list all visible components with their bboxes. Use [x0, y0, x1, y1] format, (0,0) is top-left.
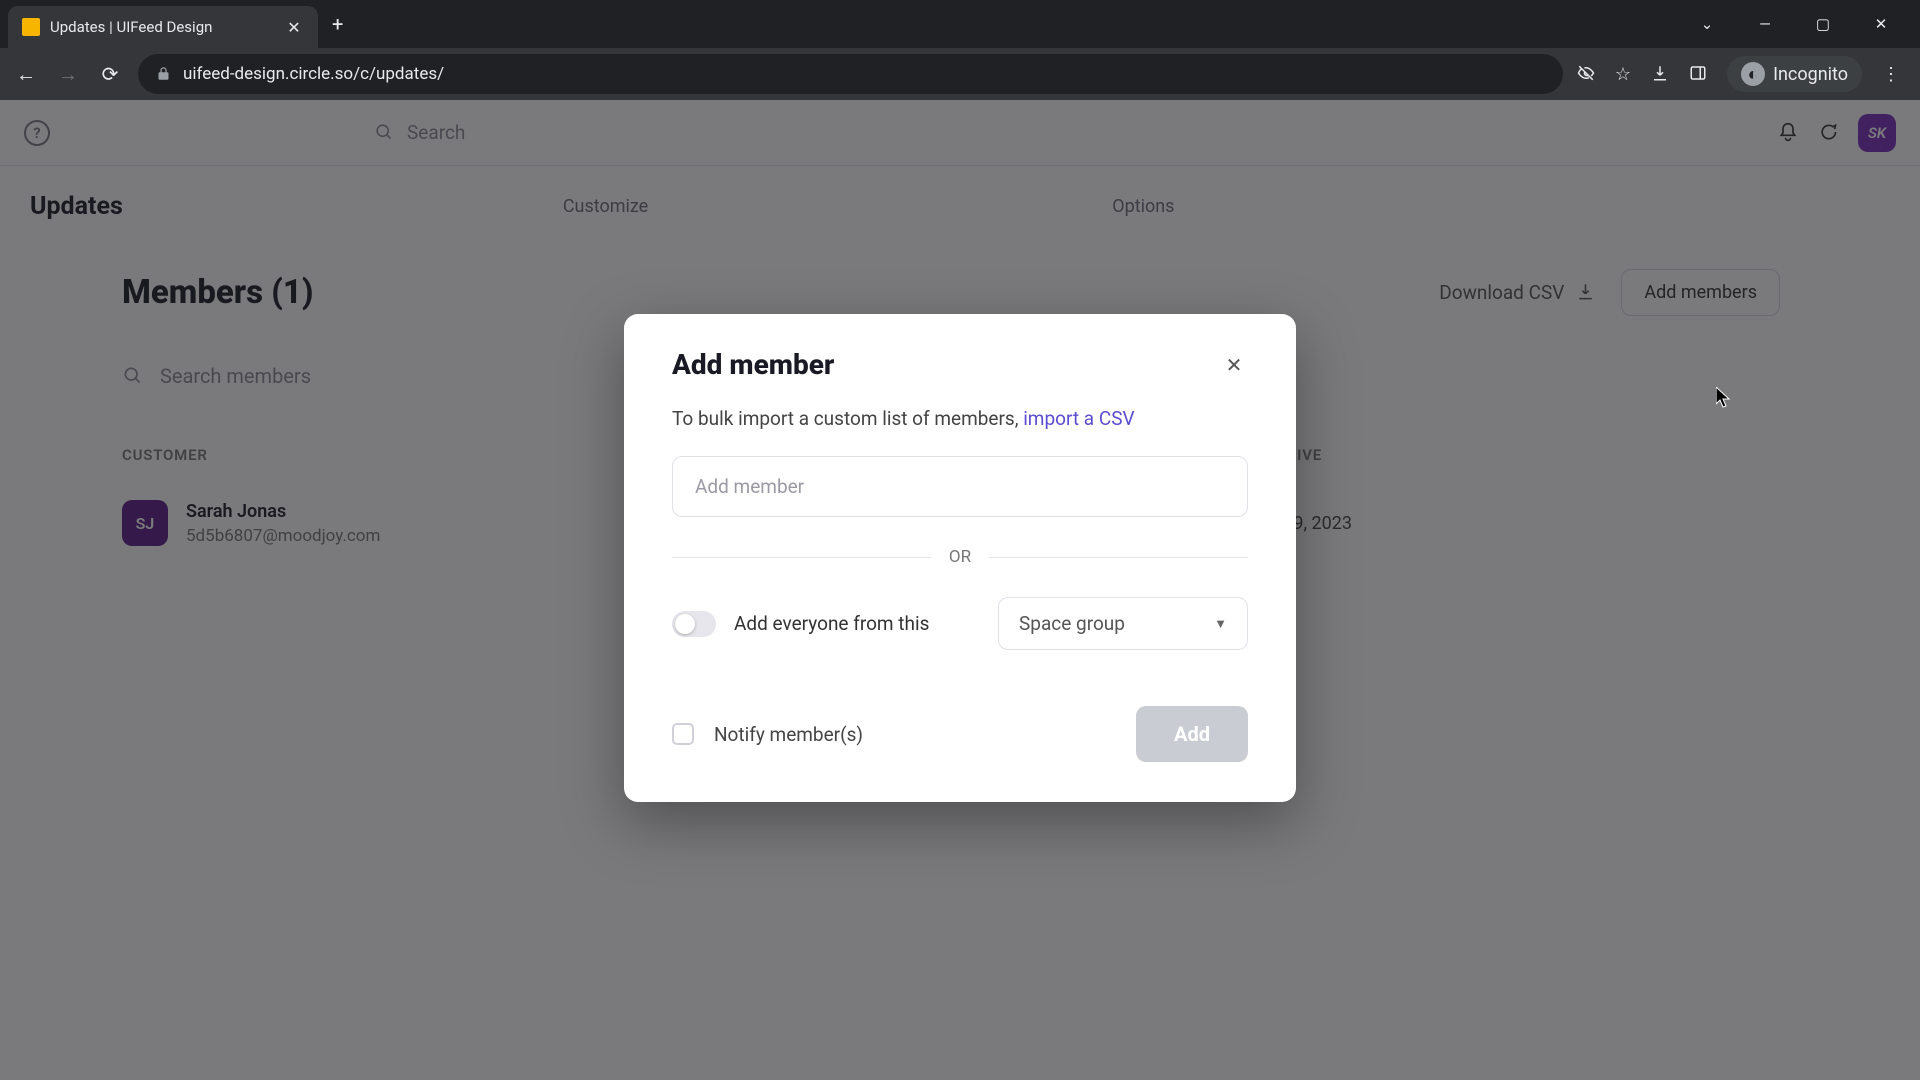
add-member-input[interactable]	[672, 456, 1248, 517]
chevron-down-icon: ▼	[1214, 616, 1227, 632]
add-member-modal: Add member ✕ To bulk import a custom lis…	[624, 314, 1296, 802]
add-everyone-row: Add everyone from this Space group ▼	[672, 597, 1248, 650]
maximize-icon[interactable]: ▢	[1808, 15, 1838, 33]
browser-toolbar: ← → ⟳ uifeed-design.circle.so/c/updates/…	[0, 48, 1920, 100]
import-csv-link[interactable]: import a CSV	[1023, 407, 1134, 430]
download-icon[interactable]	[1651, 64, 1669, 85]
forward-icon[interactable]: →	[54, 62, 82, 87]
toolbar-icons: ☆ ◐ Incognito ⋮	[1577, 56, 1900, 92]
modal-desc-text: To bulk import a custom list of members,	[672, 407, 1023, 430]
notify-label: Notify member(s)	[714, 723, 863, 746]
tab-bar: Updates | UIFeed Design ✕ + ⌄ — ▢ ✕	[0, 0, 1920, 48]
modal-footer: Notify member(s) Add	[672, 706, 1248, 762]
eye-off-icon[interactable]	[1577, 64, 1595, 85]
tab-dropdown-icon[interactable]: ⌄	[1692, 15, 1722, 33]
lock-icon	[156, 65, 171, 83]
url-bar[interactable]: uifeed-design.circle.so/c/updates/	[138, 54, 1563, 94]
tab-favicon-icon	[22, 18, 40, 36]
url-text: uifeed-design.circle.so/c/updates/	[183, 64, 444, 84]
close-window-icon[interactable]: ✕	[1866, 15, 1896, 33]
tab-close-icon[interactable]: ✕	[284, 18, 304, 37]
or-label: OR	[949, 547, 971, 567]
back-icon[interactable]: ←	[12, 62, 40, 87]
incognito-icon: ◐	[1741, 62, 1765, 86]
tab-title: Updates | UIFeed Design	[50, 18, 274, 36]
add-button[interactable]: Add	[1136, 706, 1248, 762]
browser-tab[interactable]: Updates | UIFeed Design ✕	[8, 6, 318, 48]
panel-icon[interactable]	[1689, 64, 1707, 85]
or-divider: OR	[672, 547, 1248, 567]
toggle-label: Add everyone from this	[734, 612, 980, 635]
incognito-label: Incognito	[1773, 64, 1848, 85]
window-controls: ⌄ — ▢ ✕	[1692, 15, 1912, 33]
incognito-badge[interactable]: ◐ Incognito	[1727, 56, 1862, 92]
new-tab-button[interactable]: +	[332, 12, 343, 36]
app-page: ? Search SK Updates Customize Options	[0, 100, 1920, 1080]
space-group-select[interactable]: Space group ▼	[998, 597, 1248, 650]
notify-checkbox[interactable]	[672, 723, 694, 745]
reload-icon[interactable]: ⟳	[96, 62, 124, 86]
minimize-icon[interactable]: —	[1750, 15, 1780, 33]
kebab-menu-icon[interactable]: ⋮	[1882, 64, 1900, 85]
modal-title: Add member	[672, 348, 834, 381]
modal-description: To bulk import a custom list of members,…	[672, 407, 1248, 430]
select-value: Space group	[1019, 612, 1125, 635]
star-icon[interactable]: ☆	[1615, 64, 1631, 85]
add-everyone-toggle[interactable]	[672, 611, 716, 637]
browser-chrome: Updates | UIFeed Design ✕ + ⌄ — ▢ ✕ ← → …	[0, 0, 1920, 100]
close-icon[interactable]: ✕	[1220, 351, 1248, 379]
